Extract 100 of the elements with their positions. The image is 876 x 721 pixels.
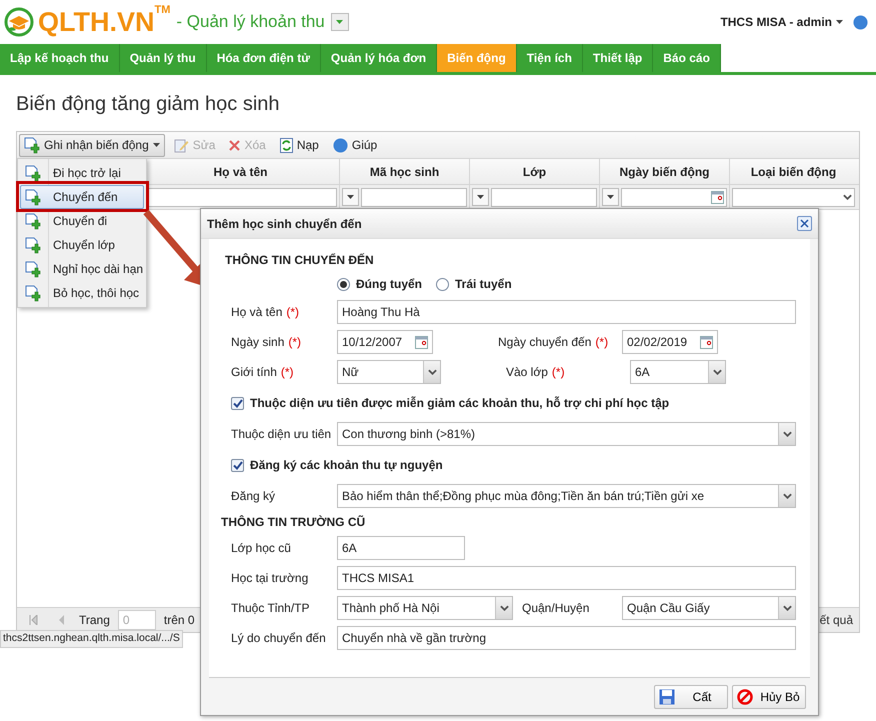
select-field[interactable]: 6A [630, 360, 726, 384]
add-document-icon [25, 236, 41, 254]
add-document-icon [24, 136, 40, 154]
checkbox-label: Đăng ký các khoản thu tự nguyện [250, 458, 443, 472]
save-button[interactable]: Cất [654, 684, 728, 708]
add-document-icon [25, 164, 41, 182]
pencil-icon [174, 138, 189, 152]
page-title: Biến động tăng giảm học sinh [15, 92, 281, 117]
field-label: Họ và tên [231, 305, 282, 319]
page-total: trên 0 [164, 613, 195, 627]
caret-icon [152, 143, 160, 147]
add-document-icon [25, 212, 41, 230]
field-label: Đăng ký [231, 489, 276, 503]
chevron-icon [843, 194, 852, 200]
field-label: Ngày sinh [231, 335, 284, 349]
caret-icon [336, 20, 344, 24]
filter-operator-button[interactable] [342, 188, 359, 206]
caret-icon [347, 195, 354, 199]
close-icon [229, 140, 240, 150]
column-header[interactable]: Loại biến động [729, 159, 857, 184]
menu-item[interactable]: Chuyển lớp [20, 233, 144, 257]
radio-button[interactable] [337, 278, 350, 290]
field-label: Vào lớp [506, 365, 548, 379]
trademark-mark: TM [154, 4, 170, 16]
date-filter-field[interactable] [621, 188, 727, 206]
column-header[interactable]: Mã học sinh [339, 159, 469, 184]
column-header[interactable]: Lớp [469, 159, 599, 184]
required-mark: (*) [552, 365, 565, 379]
first-page-icon[interactable] [28, 615, 38, 625]
status-url: thcs2ttsen.nghean.qlth.misa.local/.../S [0, 630, 183, 648]
chevron-icon [712, 369, 722, 375]
page-label: Trang [79, 613, 110, 627]
field-label: Quận/Huyện [522, 601, 590, 615]
checkbox[interactable] [231, 396, 244, 410]
text-field[interactable]: Chuyển nhà về gần trường [337, 626, 796, 650]
field-label: Thuộc Tỉnh/TP [231, 601, 310, 615]
section-title: THÔNG TIN CHUYỂN ĐẾN [225, 252, 375, 269]
date-field[interactable]: 10/12/2007 [337, 330, 433, 354]
select-field[interactable]: Bảo hiểm thân thể;Đồng phục mùa đông;Tiền ăn bán trú;Tiền gửi xe [337, 484, 796, 508]
calendar-icon [700, 336, 713, 348]
user-menu[interactable]: THCS MISA - admin [720, 15, 832, 29]
filter-select[interactable] [732, 188, 855, 206]
toolbar-button[interactable]: Ghi nhận biến động [19, 134, 165, 156]
close-button[interactable] [797, 216, 812, 231]
field-label: Thuộc diện ưu tiên [231, 427, 332, 441]
logo-icon [4, 7, 34, 37]
logo-text: QLTH.VN [38, 6, 154, 38]
filter-operator-button[interactable] [472, 188, 489, 206]
menu-item[interactable]: Chuyển đi [20, 209, 144, 233]
text-field[interactable]: Hoàng Thu Hà [337, 300, 796, 324]
field-label: Ngày chuyển đến [498, 335, 592, 349]
check-icon [232, 398, 242, 408]
radio-button[interactable] [436, 278, 449, 290]
select-field[interactable]: Con thương binh (>81%) [337, 422, 796, 446]
check-icon [232, 460, 242, 470]
close-icon [800, 219, 809, 228]
calendar-icon [711, 190, 724, 204]
filter-field[interactable] [361, 188, 467, 206]
toolbar-button[interactable]: Giúp [328, 134, 382, 156]
add-document-icon [25, 188, 41, 206]
toolbar-button[interactable]: Nạp [274, 134, 324, 156]
text-field[interactable]: 6A [337, 536, 465, 560]
field-label: Học tại trường [231, 571, 308, 585]
menu-item[interactable]: Đi học trở lại [20, 161, 144, 185]
caret-icon [836, 20, 843, 24]
calendar-icon [415, 336, 428, 348]
caret-icon [477, 195, 484, 199]
prohibited-icon [737, 688, 753, 704]
menu-item[interactable]: Chuyển đến [20, 185, 144, 209]
select-field[interactable]: Thành phố Hà Nội [337, 596, 513, 620]
field-label: Giới tính [231, 365, 277, 379]
caret-icon [607, 195, 614, 199]
module-dropdown-button[interactable] [330, 13, 349, 31]
chevron-icon [428, 369, 436, 375]
add-document-icon [25, 284, 41, 302]
section-title: THÔNG TIN TRƯỜNG CŨ [221, 514, 366, 531]
required-mark: (*) [280, 365, 294, 379]
filter-field[interactable] [491, 188, 597, 206]
text-field[interactable]: THCS MISA1 [337, 566, 796, 590]
select-field[interactable]: Nữ [337, 360, 441, 384]
checkbox[interactable] [231, 458, 244, 472]
add-document-icon [25, 260, 41, 278]
required-mark: (*) [286, 305, 300, 319]
chevron-icon [782, 605, 792, 611]
menu-item[interactable]: Bỏ học, thôi học [20, 281, 144, 305]
select-field[interactable]: Quận Cầu Giấy [622, 596, 796, 620]
cancel-button[interactable]: Hủy Bỏ [732, 684, 806, 708]
radio-label: Trái tuyển [455, 277, 512, 291]
field-label: Lớp học cũ [231, 541, 291, 555]
menu-item[interactable]: Nghỉ học dài hạn [20, 257, 144, 281]
chevron-icon [782, 493, 792, 499]
radio-label: Đúng tuyển [356, 277, 422, 291]
column-header[interactable]: Ngày biến động [599, 159, 729, 184]
date-field[interactable]: 02/02/2019 [622, 330, 718, 354]
refresh-icon [280, 138, 293, 152]
dialog-title: Thêm học sinh chuyển đến [207, 216, 362, 230]
filter-operator-button[interactable] [602, 188, 619, 206]
chevron-icon [782, 431, 792, 437]
required-mark: (*) [288, 335, 302, 349]
chevron-icon [500, 605, 508, 611]
